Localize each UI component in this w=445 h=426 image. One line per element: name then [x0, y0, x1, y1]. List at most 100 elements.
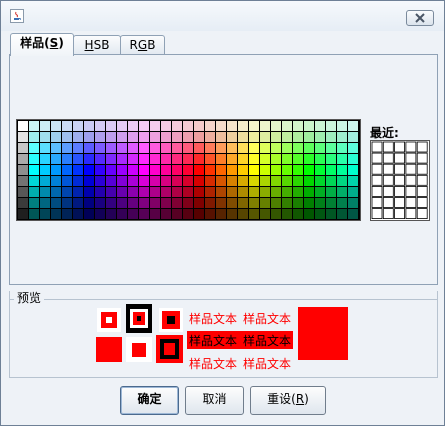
swatch-cell[interactable] — [73, 154, 83, 164]
swatch-cell[interactable] — [238, 143, 248, 153]
swatch-cell[interactable] — [117, 187, 127, 197]
swatch-cell[interactable] — [315, 176, 325, 186]
swatch-cell[interactable] — [238, 176, 248, 186]
swatch-cell[interactable] — [183, 143, 193, 153]
swatch-cell[interactable] — [172, 132, 182, 142]
recent-swatch-cell[interactable] — [416, 163, 428, 175]
swatch-cell[interactable] — [183, 121, 193, 131]
swatch-cell[interactable] — [40, 132, 50, 142]
swatch-cell[interactable] — [51, 165, 61, 175]
swatch-cell[interactable] — [205, 132, 215, 142]
swatch-cell[interactable] — [51, 132, 61, 142]
swatch-cell[interactable] — [62, 143, 72, 153]
swatch-cell[interactable] — [128, 132, 138, 142]
swatch-cell[interactable] — [315, 209, 325, 219]
swatch-cell[interactable] — [183, 198, 193, 208]
swatch-cell[interactable] — [51, 176, 61, 186]
swatch-cell[interactable] — [282, 121, 292, 131]
swatch-cell[interactable] — [227, 121, 237, 131]
recent-swatch-cell[interactable] — [371, 141, 383, 153]
swatch-cell[interactable] — [326, 143, 336, 153]
swatch-cell[interactable] — [293, 176, 303, 186]
swatch-cell[interactable] — [282, 198, 292, 208]
swatch-cell[interactable] — [62, 132, 72, 142]
swatch-cell[interactable] — [315, 187, 325, 197]
recent-swatch-cell[interactable] — [382, 174, 394, 186]
swatch-cell[interactable] — [117, 209, 127, 219]
swatch-cell[interactable] — [51, 154, 61, 164]
swatch-cell[interactable] — [315, 132, 325, 142]
swatch-cell[interactable] — [326, 121, 336, 131]
swatch-cell[interactable] — [260, 132, 270, 142]
swatch-cell[interactable] — [139, 154, 149, 164]
swatch-cell[interactable] — [172, 198, 182, 208]
swatch-cell[interactable] — [161, 176, 171, 186]
swatch-cell[interactable] — [73, 198, 83, 208]
swatch-cell[interactable] — [271, 143, 281, 153]
swatch-cell[interactable] — [304, 198, 314, 208]
swatch-cell[interactable] — [282, 165, 292, 175]
swatch-cell[interactable] — [271, 198, 281, 208]
swatch-cell[interactable] — [326, 198, 336, 208]
swatch-cell[interactable] — [337, 143, 347, 153]
swatch-cell[interactable] — [150, 154, 160, 164]
swatch-cell[interactable] — [40, 209, 50, 219]
swatch-cell[interactable] — [139, 187, 149, 197]
swatch-cell[interactable] — [139, 143, 149, 153]
swatch-cell[interactable] — [128, 154, 138, 164]
swatch-cell[interactable] — [73, 121, 83, 131]
swatch-cell[interactable] — [73, 132, 83, 142]
swatch-cell[interactable] — [18, 121, 28, 131]
swatch-cell[interactable] — [139, 176, 149, 186]
swatch-cell[interactable] — [260, 187, 270, 197]
swatch-cell[interactable] — [73, 209, 83, 219]
swatch-cell[interactable] — [271, 165, 281, 175]
swatch-cell[interactable] — [84, 143, 94, 153]
swatch-cell[interactable] — [216, 165, 226, 175]
swatch-cell[interactable] — [51, 209, 61, 219]
swatch-cell[interactable] — [271, 209, 281, 219]
swatch-cell[interactable] — [337, 165, 347, 175]
recent-swatch-cell[interactable] — [382, 163, 394, 175]
swatch-cell[interactable] — [205, 154, 215, 164]
recent-swatch-cell[interactable] — [382, 197, 394, 208]
swatch-cell[interactable] — [62, 187, 72, 197]
swatch-cell[interactable] — [194, 198, 204, 208]
swatch-cell[interactable] — [95, 154, 105, 164]
swatch-cell[interactable] — [117, 176, 127, 186]
recent-swatch-cell[interactable] — [405, 152, 417, 164]
swatch-cell[interactable] — [29, 121, 39, 131]
swatch-cell[interactable] — [216, 198, 226, 208]
swatch-cell[interactable] — [304, 143, 314, 153]
swatch-cell[interactable] — [40, 176, 50, 186]
recent-swatch-grid[interactable] — [370, 140, 430, 221]
swatch-cell[interactable] — [205, 176, 215, 186]
swatch-cell[interactable] — [29, 165, 39, 175]
swatch-cell[interactable] — [183, 165, 193, 175]
swatch-cell[interactable] — [293, 154, 303, 164]
swatch-cell[interactable] — [117, 121, 127, 131]
swatch-cell[interactable] — [282, 187, 292, 197]
swatch-cell[interactable] — [227, 154, 237, 164]
swatch-cell[interactable] — [128, 198, 138, 208]
swatch-cell[interactable] — [106, 209, 116, 219]
swatch-cell[interactable] — [238, 154, 248, 164]
reset-button[interactable]: 重设(R) — [250, 386, 326, 415]
swatch-cell[interactable] — [128, 121, 138, 131]
swatch-cell[interactable] — [18, 176, 28, 186]
swatch-cell[interactable] — [161, 132, 171, 142]
recent-swatch-cell[interactable] — [394, 197, 406, 208]
swatch-cell[interactable] — [348, 132, 358, 142]
swatch-cell[interactable] — [337, 198, 347, 208]
swatch-cell[interactable] — [18, 187, 28, 197]
swatch-cell[interactable] — [348, 176, 358, 186]
swatch-cell[interactable] — [29, 154, 39, 164]
swatch-cell[interactable] — [183, 209, 193, 219]
swatch-cell[interactable] — [117, 198, 127, 208]
swatch-cell[interactable] — [128, 176, 138, 186]
swatch-cell[interactable] — [216, 187, 226, 197]
swatch-cell[interactable] — [282, 154, 292, 164]
swatch-cell[interactable] — [282, 132, 292, 142]
swatch-cell[interactable] — [249, 176, 259, 186]
swatch-cell[interactable] — [18, 165, 28, 175]
